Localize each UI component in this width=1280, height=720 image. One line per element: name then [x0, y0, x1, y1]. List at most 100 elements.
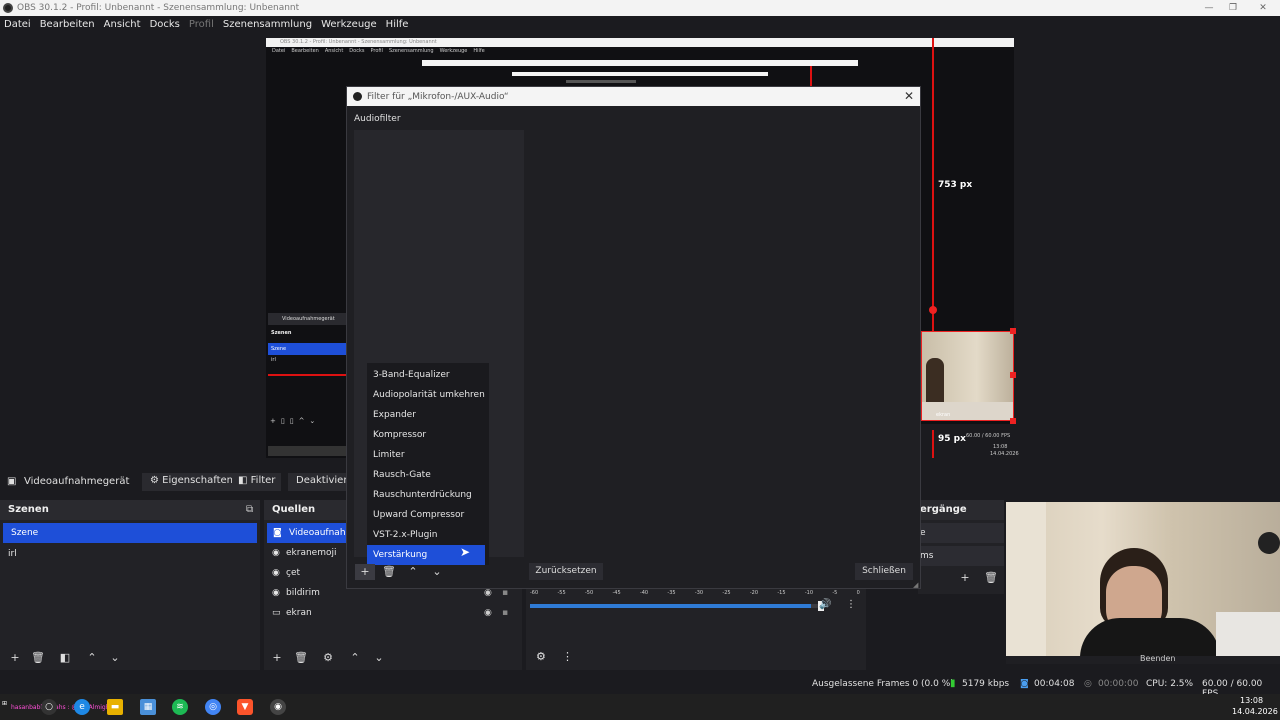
undock-icon[interactable]: ⧉ [246, 504, 253, 515]
chrome-icon[interactable]: ◎ [205, 699, 221, 715]
nested-menu-item: Bearbeiten [291, 48, 319, 54]
close-window-button[interactable]: ✕ [1252, 0, 1274, 16]
guide-handle[interactable] [929, 306, 937, 314]
resize-handle[interactable] [1010, 328, 1016, 334]
guide-line [810, 66, 812, 86]
remove-transition-button[interactable]: 🗑 [982, 570, 1000, 586]
remove-scene-button[interactable]: 🗑 [29, 650, 47, 666]
scenes-header: Szenen [0, 500, 260, 520]
browser-icon: ◉ [272, 548, 280, 558]
stream-time: 00:00:00 [1098, 679, 1139, 689]
add-scene-button[interactable]: + [6, 650, 24, 666]
dialog-titlebar: Filter für „Mikrofon-/AUX-Audio“ [347, 87, 920, 106]
move-down-icon[interactable]: ⌄ [427, 564, 447, 580]
add-filter-button[interactable]: + [355, 564, 375, 580]
nested-window-title: OBS 30.1.2 - Profil: Unbenannt - Szenens… [266, 38, 1014, 47]
volume-slider[interactable] [530, 604, 820, 608]
audiofilter-label: Audiofilter [354, 114, 401, 124]
menu-bearbeiten[interactable]: Bearbeiten [40, 19, 95, 30]
transitions-dock: ergänge e ms + 🗑 [918, 500, 1004, 594]
close-button[interactable]: Schließen [855, 563, 913, 580]
search-icon[interactable]: ○ [41, 699, 57, 715]
start-icon[interactable]: ⊞ [2, 700, 7, 707]
speaker-icon[interactable]: 🔊 [819, 599, 831, 610]
lock-icon[interactable]: ▪ [502, 603, 508, 623]
menu-werkzeuge[interactable]: Werkzeuge [321, 19, 377, 30]
stop-button[interactable]: Beenden [1140, 654, 1175, 663]
properties-label: Eigenschaften [162, 475, 234, 486]
add-source-button[interactable]: + [268, 650, 286, 666]
move-up-icon[interactable]: ⌃ [83, 650, 101, 666]
eye-icon[interactable]: ◉ [484, 603, 492, 623]
menu-profil[interactable]: Profil [189, 19, 214, 30]
record-time: 00:04:08 [1034, 679, 1075, 689]
more-icon[interactable]: ⋮ [846, 599, 856, 610]
resize-handle[interactable] [1010, 372, 1016, 378]
taskbar-user-text: hasanbabbahkahs : @TheAlmightyo [11, 704, 120, 711]
source-properties-icon[interactable]: ⚙ [319, 650, 337, 666]
nested-preview-bar [422, 60, 858, 66]
obs-taskbar-icon[interactable]: ◉ [270, 699, 286, 715]
resize-grip-icon[interactable]: ◢ [913, 581, 918, 589]
menu-ansicht[interactable]: Ansicht [104, 19, 141, 30]
transition-select[interactable]: e [918, 523, 1004, 543]
move-down-icon[interactable]: ⌄ [370, 650, 388, 666]
scene-item[interactable]: Szene [3, 523, 257, 543]
mixer-scale: -60 -55 -50 -45 -40 -35 -30 -25 -20 -15 -10 -5 0 [530, 590, 860, 596]
menu-item[interactable]: Rausch-Gate [367, 465, 489, 485]
menu-datei[interactable]: Datei [4, 19, 31, 30]
cpu-usage: CPU: 2.5% [1146, 679, 1194, 689]
move-up-icon[interactable]: ⌃ [403, 564, 423, 580]
reset-button[interactable]: Zurücksetzen [529, 563, 603, 580]
menu-item[interactable]: VST-2.x-Plugin [367, 525, 489, 545]
folder-icon[interactable]: ▬ [107, 699, 123, 715]
remove-filter-button[interactable]: 🗑 [379, 564, 399, 580]
menu-item[interactable]: Limiter [367, 445, 489, 465]
menu-szenensammlung[interactable]: Szenensammlung [223, 19, 312, 30]
scale-tick: -25 [722, 590, 731, 596]
menu-item[interactable]: Upward Compressor [367, 505, 489, 525]
scale-tick: -30 [694, 590, 704, 596]
menu-item[interactable]: Kompressor [367, 425, 489, 445]
obs-app-icon [353, 92, 362, 101]
menu-item[interactable]: 3-Band-Equalizer [367, 365, 489, 385]
volume-fill [530, 604, 812, 608]
menu-hilfe[interactable]: Hilfe [386, 19, 409, 30]
dialog-close-icon[interactable]: ✕ [902, 89, 916, 103]
add-transition-button[interactable]: + [956, 570, 974, 586]
preview-webcam-source[interactable]: ekran [921, 331, 1014, 421]
mixer-settings-icon[interactable]: ⚙ [536, 650, 546, 663]
streamer-webcam-overlay [1006, 502, 1280, 656]
scale-tick: -20 [749, 590, 759, 596]
scene-filter-icon[interactable]: ◧ [56, 650, 74, 666]
menu-item[interactable]: Rauschunterdrückung [367, 485, 489, 505]
mixer-menu-icon[interactable]: ⋮ [562, 650, 573, 663]
remove-source-button[interactable]: 🗑 [292, 650, 310, 666]
menu-item[interactable]: Expander [367, 405, 489, 425]
source-label: Videoaufnahm [289, 528, 355, 538]
scale-tick: -5 [832, 590, 838, 596]
filter-button[interactable]: ◧ Filter [232, 473, 282, 491]
scene-item[interactable]: irl [0, 544, 260, 564]
scale-tick: -15 [777, 590, 786, 596]
app-icon[interactable]: ▦ [140, 699, 156, 715]
os-taskbar: ⊞ hasanbabbahkahs : @TheAlmightyo ○ e ▬ … [0, 694, 1280, 720]
scale-tick: -35 [667, 590, 676, 596]
source-item[interactable]: ▭ ekran ◉ ▪ [264, 603, 522, 623]
move-up-icon[interactable]: ⌃ [346, 650, 364, 666]
guide-line-lower [932, 430, 934, 458]
maximize-button[interactable]: ❐ [1222, 0, 1244, 16]
nested-clock-time: 13:08 [993, 444, 1008, 450]
move-down-icon[interactable]: ⌄ [106, 650, 124, 666]
menu-item[interactable]: Audiopolarität umkehren [367, 385, 489, 405]
properties-button[interactable]: ⚙ Eigenschaften [142, 473, 242, 491]
duration-field[interactable]: ms [918, 546, 1004, 566]
menu-docks[interactable]: Docks [150, 19, 180, 30]
spotify-icon[interactable]: ≋ [172, 699, 188, 715]
source-item[interactable]: ◙ Videoaufnahm [267, 523, 354, 543]
edge-icon[interactable]: e [74, 699, 90, 715]
brave-icon[interactable]: ▼ [237, 699, 253, 715]
minimize-button[interactable]: — [1198, 0, 1220, 16]
nested-scene-item: Szene [268, 343, 346, 355]
nested-scene-item: irl [271, 357, 276, 363]
